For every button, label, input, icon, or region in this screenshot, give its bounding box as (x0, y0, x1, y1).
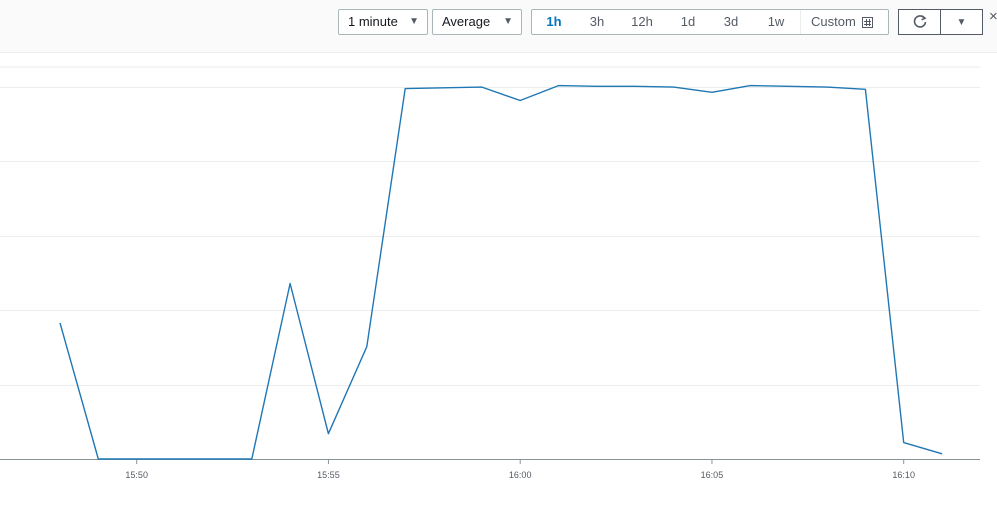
x-tick-label: 16:05 (701, 470, 724, 480)
x-tick-label: 15:50 (125, 470, 148, 480)
line-chart: 15:50 15:55 16:00 16:05 16:10 (0, 66, 980, 480)
series-line-0[interactable] (59, 84, 943, 460)
x-tick-label: 15:55 (317, 470, 340, 480)
x-axis-ticks: 15:50 15:55 16:00 16:05 16:10 (125, 459, 915, 480)
x-tick-label: 16:00 (509, 470, 532, 480)
chart-series (59, 84, 943, 460)
x-tick-label: 16:10 (892, 470, 915, 480)
chart-grid (0, 66, 980, 386)
